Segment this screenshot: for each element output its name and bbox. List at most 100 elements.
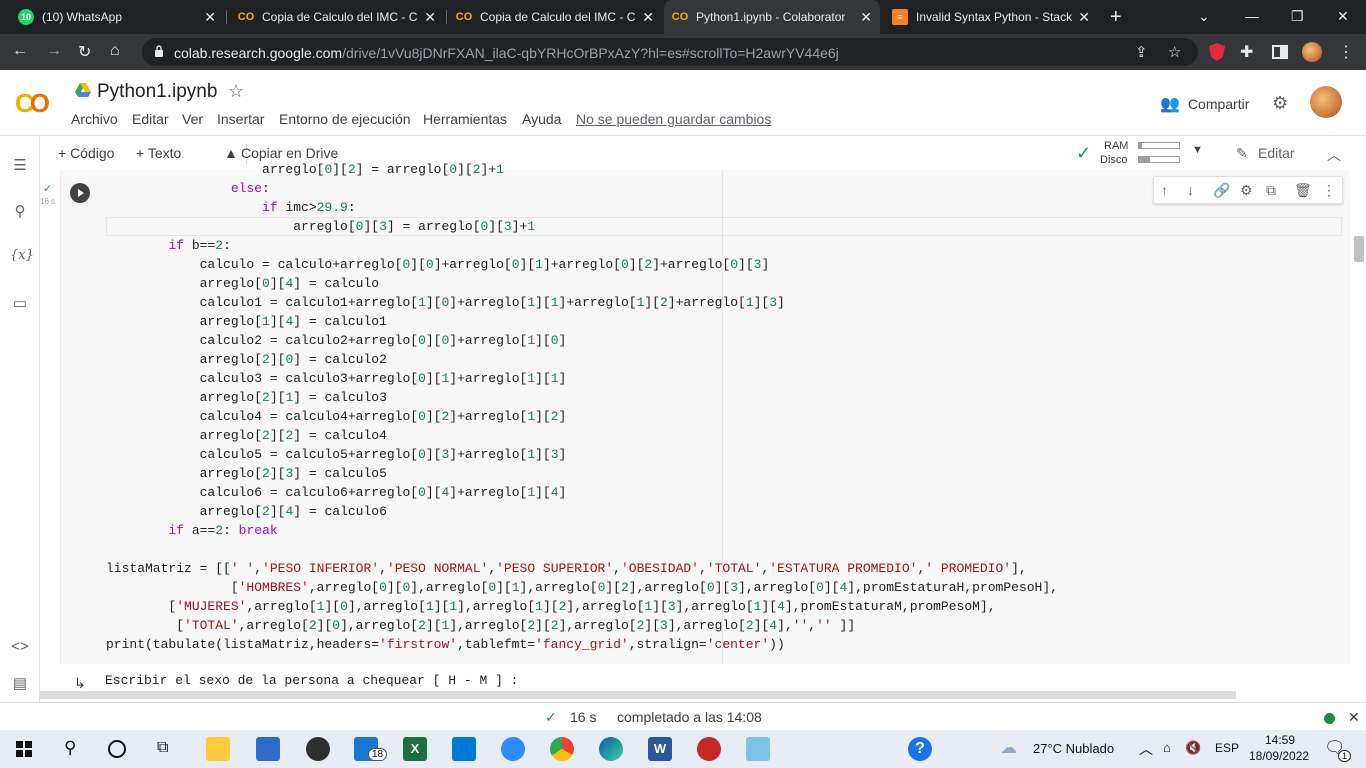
code-line[interactable]: arreglo[2][1] = calculo3 (106, 388, 1342, 407)
profile-avatar[interactable] (1302, 42, 1322, 62)
code-line[interactable]: if a==2: break (106, 521, 1342, 540)
code-line[interactable]: calculo6 = calculo6+arreglo[0][4]+arregl… (106, 483, 1342, 502)
tab-search-chevron-icon[interactable]: ⌄ (1198, 8, 1210, 25)
cortana-icon[interactable] (108, 740, 126, 758)
move-down-arrow-icon[interactable]: ↓ (1187, 182, 1194, 198)
brave-shield-icon[interactable] (1207, 42, 1227, 62)
clock-time[interactable]: 14:59 (1265, 733, 1295, 747)
code-line[interactable]: arreglo[0][4] = calculo (106, 274, 1342, 293)
browser-menu-icon[interactable]: ⋮ (1338, 42, 1354, 62)
minimize-icon[interactable]: — (1245, 8, 1259, 24)
code-editor[interactable]: arreglo[0][2] = arreglo[0][2]+1 else: if… (106, 160, 1342, 654)
copy-to-drive-button[interactable]: Copiar en Drive (241, 145, 338, 161)
code-line[interactable]: arreglo[0][3] = arreglo[0][3]+1 (106, 217, 1342, 236)
gear-icon[interactable]: ⚙ (1272, 93, 1288, 114)
edit-button[interactable]: Editar (1258, 145, 1295, 161)
remote-desktop-icon[interactable] (452, 737, 476, 761)
run-cell-button[interactable] (70, 183, 90, 203)
menu-ayuda[interactable]: Ayuda (522, 111, 561, 127)
tray-chevron-up-icon[interactable]: ︿ (1139, 739, 1153, 759)
new-tab-plus-icon[interactable]: + (1110, 6, 1122, 29)
code-line[interactable]: arreglo[2][4] = calculo6 (106, 502, 1342, 521)
code-line[interactable]: calculo4 = calculo4+arreglo[0][2]+arregl… (106, 407, 1342, 426)
colab-logo[interactable]: CO (15, 88, 50, 119)
add-code-button[interactable]: + Código (58, 145, 114, 161)
tab-colab-copy-2[interactable]: CO Copia de Calculo del IMC - C ✕ (448, 0, 662, 34)
forward-arrow-icon[interactable]: → (46, 42, 62, 60)
variables-icon[interactable]: {x} (10, 248, 34, 268)
code-line[interactable]: arreglo[2][0] = calculo2 (106, 350, 1342, 369)
share-button[interactable]: 👥 Compartir (1160, 94, 1249, 114)
task-view-icon[interactable]: ⧉ (157, 739, 168, 757)
file-explorer-icon[interactable] (206, 737, 230, 761)
sidebar-icon[interactable] (1270, 42, 1290, 62)
code-line[interactable] (106, 540, 1342, 559)
cell-settings-gear-icon[interactable]: ⚙ (1240, 182, 1253, 199)
terminal-icon[interactable]: ▤ (10, 674, 30, 694)
tab-stackoverflow[interactable]: ≡ Invalid Syntax Python - Stack ✕ (884, 0, 1098, 34)
store-icon[interactable] (256, 737, 280, 761)
vertical-scrollbar[interactable] (1354, 236, 1364, 262)
code-snippets-icon[interactable]: <> (10, 638, 30, 658)
code-line[interactable]: ['MUJERES',arreglo[1][0],arreglo[1][1],a… (106, 597, 1342, 616)
move-up-arrow-icon[interactable]: ↑ (1161, 182, 1168, 198)
horizontal-scrollbar[interactable] (40, 691, 1236, 699)
word-icon[interactable]: W (648, 737, 672, 761)
extensions-puzzle-icon[interactable]: ✚ (1240, 42, 1253, 62)
unsaved-changes-link[interactable]: No se pueden guardar cambios (576, 111, 771, 127)
windows-start-icon[interactable] (16, 741, 32, 757)
avatar[interactable] (1310, 86, 1342, 118)
delete-trash-icon[interactable]: 🗑 (1294, 182, 1312, 199)
link-icon[interactable]: 🔗 (1213, 182, 1230, 199)
restore-icon[interactable]: ❐ (1291, 8, 1304, 25)
close-icon[interactable]: ✕ (424, 9, 436, 26)
close-icon[interactable]: ✕ (860, 9, 872, 26)
excel-icon[interactable]: X (403, 737, 427, 761)
app-icon[interactable] (306, 737, 330, 761)
code-line[interactable]: calculo2 = calculo2+arreglo[0][0]+arregl… (106, 331, 1342, 350)
code-line[interactable]: ['TOTAL',arreglo[2][0],arreglo[2][1],arr… (106, 616, 1342, 635)
chrome-icon[interactable] (550, 737, 574, 761)
reload-icon[interactable]: ↻ (78, 42, 91, 62)
toc-menu-icon[interactable]: ☰ (10, 156, 30, 176)
code-line[interactable]: listaMatriz = [[' ','PESO INFERIOR','PES… (106, 559, 1342, 578)
code-line[interactable]: calculo = calculo+arreglo[0][0]+arreglo[… (106, 255, 1342, 274)
code-line[interactable]: arreglo[1][4] = calculo1 (106, 312, 1342, 331)
add-text-button[interactable]: + Texto (136, 145, 181, 161)
menu-archivo[interactable]: Archivo (71, 111, 118, 127)
resources-chevron-down-icon[interactable]: ▼ (1192, 144, 1203, 156)
close-icon[interactable]: ✕ (1078, 9, 1090, 26)
close-window-icon[interactable]: ✕ (1337, 8, 1349, 25)
zoom-icon[interactable] (501, 737, 525, 761)
menu-insertar[interactable]: Insertar (217, 111, 264, 127)
language-indicator[interactable]: ESP (1215, 741, 1239, 755)
code-line[interactable]: calculo1 = calculo1+arreglo[1][0]+arregl… (106, 293, 1342, 312)
bookmark-star-icon[interactable]: ☆ (1168, 43, 1181, 61)
search-icon[interactable]: ⚲ (10, 202, 30, 222)
notebook-title[interactable]: Python1.ipynb (97, 81, 217, 103)
menu-ver[interactable]: Ver (182, 111, 203, 127)
more-vert-icon[interactable]: ⋮ (1322, 182, 1336, 199)
output-arrow-icon[interactable]: ↳ (74, 675, 86, 692)
app-logo-icon[interactable] (697, 737, 721, 761)
code-line[interactable]: calculo3 = calculo3+arreglo[0][1]+arregl… (106, 369, 1342, 388)
volume-muted-icon[interactable]: 🔇 (1185, 740, 1201, 756)
code-line[interactable]: arreglo[2][2] = calculo4 (106, 426, 1342, 445)
network-icon[interactable]: ⌂ (1163, 740, 1171, 755)
tab-whatsapp[interactable]: 10 (10) WhatsApp ✕ (10, 0, 224, 34)
app-window-icon[interactable] (746, 737, 770, 761)
folder-icon[interactable]: ▭ (10, 294, 30, 314)
tab-python1-active[interactable]: CO Python1.ipynb - Colaborator ✕ (664, 0, 880, 34)
star-icon[interactable]: ☆ (228, 81, 244, 102)
code-line[interactable]: calculo5 = calculo5+arreglo[0][3]+arregl… (106, 445, 1342, 464)
menu-editar[interactable]: Editar (132, 111, 169, 127)
mirror-cell-icon[interactable]: ⧉ (1266, 182, 1276, 199)
clock-date[interactable]: 18/09/2022 (1249, 749, 1309, 763)
code-line[interactable]: ['HOMBRES',arreglo[0][0],arreglo[0][1],a… (106, 578, 1342, 597)
close-icon[interactable]: ✕ (204, 9, 216, 26)
edge-icon[interactable] (599, 737, 623, 761)
help-icon[interactable]: ? (908, 737, 932, 761)
address-bar[interactable]: colab.research.google.com/drive/1vVu8jDN… (142, 38, 1198, 66)
close-icon[interactable]: ✕ (642, 9, 654, 26)
menu-entorno[interactable]: Entorno de ejecución (279, 111, 411, 127)
